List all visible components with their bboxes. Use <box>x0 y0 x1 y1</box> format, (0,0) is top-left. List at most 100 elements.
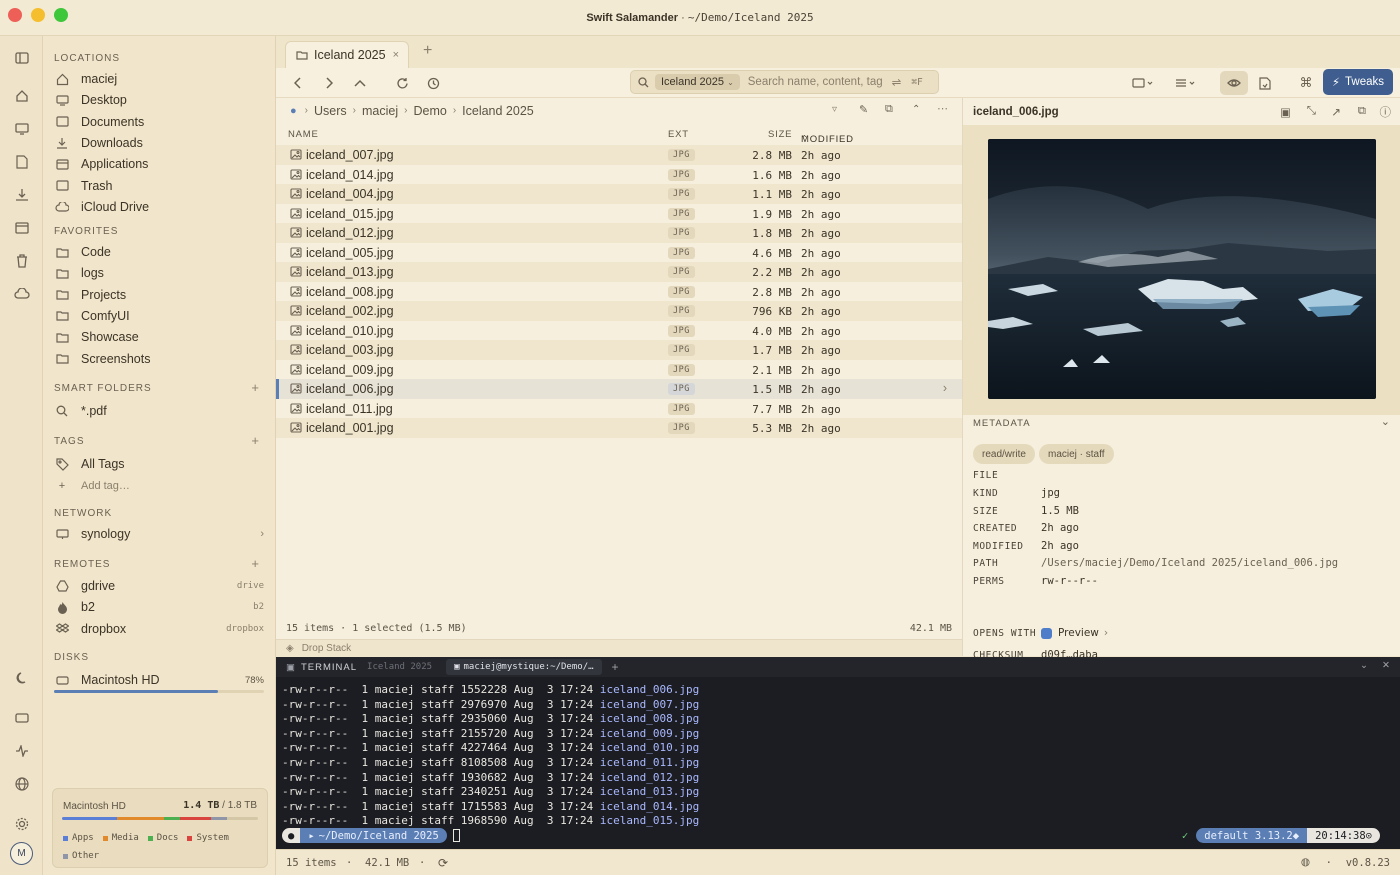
globe-icon[interactable] <box>12 774 32 794</box>
new-terminal-icon[interactable]: + <box>612 660 619 674</box>
more-icon[interactable]: ⋯ <box>937 102 948 115</box>
location-desktop[interactable]: Desktop <box>54 90 264 110</box>
remote-gdrive[interactable]: gdrive drive <box>54 576 264 596</box>
up-icon[interactable] <box>351 74 369 92</box>
location-applications[interactable]: Applications <box>54 154 264 174</box>
file-row[interactable]: iceland_005.jpg JPG 4.6 MB 2h ago <box>276 243 962 263</box>
add-remote-icon[interactable]: + <box>251 556 259 571</box>
add-tag-button[interactable]: + Add tag… <box>54 476 264 496</box>
applications-icon[interactable] <box>12 218 32 238</box>
breadcrumb-demo[interactable]: Demo <box>413 104 446 118</box>
file-row[interactable]: iceland_013.jpg JPG 2.2 MB 2h ago <box>276 262 962 282</box>
search-scope-chip[interactable]: Iceland 2025 ⌄ <box>655 74 740 90</box>
image-icon[interactable]: ▣ <box>1280 105 1291 119</box>
smart-folder-pdf[interactable]: *.pdf <box>54 401 264 421</box>
network-status-icon[interactable]: ◍ <box>1301 856 1310 868</box>
cloud-icon[interactable] <box>12 284 32 304</box>
settings-gear-icon[interactable] <box>12 814 32 834</box>
location-downloads[interactable]: Downloads <box>54 133 264 153</box>
location-maciej[interactable]: maciej <box>54 69 264 89</box>
downloads-icon[interactable] <box>12 185 32 205</box>
location-trash[interactable]: Trash <box>54 176 264 196</box>
disk-macintosh-hd[interactable]: Macintosh HD 78% <box>54 670 264 690</box>
add-tag-plus-icon[interactable]: + <box>251 433 259 448</box>
favorite-code[interactable]: Code <box>54 242 264 262</box>
filter-funnel-icon[interactable]: ▿ <box>832 104 837 115</box>
file-row[interactable]: iceland_014.jpg JPG 1.6 MB 2h ago <box>276 165 962 185</box>
back-icon[interactable] <box>289 74 307 92</box>
file-row[interactable]: iceland_007.jpg JPG 2.8 MB 2h ago <box>276 145 962 165</box>
favorite-showcase[interactable]: Showcase <box>54 327 264 347</box>
favorite-comfyui[interactable]: ComfyUI <box>54 306 264 326</box>
command-icon[interactable]: ⌘ <box>1297 74 1315 92</box>
desktop-icon[interactable] <box>12 119 32 139</box>
view-mode-icon[interactable] <box>1129 74 1157 92</box>
apple-root-icon[interactable]: ● <box>290 105 297 117</box>
home-icon[interactable] <box>12 86 32 106</box>
shrink-icon[interactable]: ⤡ <box>1307 105 1316 118</box>
metadata-collapse-icon[interactable]: ⌄ <box>1381 415 1390 428</box>
inspector-icon[interactable] <box>1256 74 1274 92</box>
file-row[interactable]: iceland_003.jpg JPG 1.7 MB 2h ago <box>276 340 962 360</box>
list-options-icon[interactable] <box>1172 74 1200 92</box>
tag-all-tags[interactable]: All Tags <box>54 454 264 474</box>
user-avatar[interactable]: M <box>10 842 33 865</box>
opens-with-app[interactable]: Preview › <box>1041 627 1108 639</box>
filter-icon[interactable]: ⇌ <box>892 75 902 89</box>
new-tab-icon[interactable]: + <box>423 42 432 60</box>
favorite-screenshots[interactable]: Screenshots <box>54 349 264 369</box>
col-ext[interactable]: EXT <box>668 129 689 140</box>
activity-icon[interactable] <box>12 741 32 761</box>
network-synology[interactable]: synology › <box>54 524 264 544</box>
drop-stack[interactable]: ◈ Drop Stack <box>276 639 962 656</box>
file-row[interactable]: iceland_011.jpg JPG 7.7 MB 2h ago <box>276 399 962 419</box>
file-row[interactable]: iceland_008.jpg JPG 2.8 MB 2h ago <box>276 282 962 302</box>
search-bar[interactable]: Iceland 2025 ⌄ Search name, content, tag… <box>630 70 939 94</box>
add-smart-folder-icon[interactable]: + <box>251 380 259 395</box>
refresh-icon[interactable] <box>393 74 411 92</box>
sync-icon[interactable]: ⟳ <box>438 856 448 870</box>
drive-icon[interactable] <box>12 708 32 728</box>
breadcrumb-maciej[interactable]: maciej <box>362 104 398 118</box>
remote-b2[interactable]: b2 b2 <box>54 597 264 617</box>
open-external-icon[interactable]: ↗ <box>1331 105 1341 119</box>
trash-icon[interactable] <box>12 251 32 271</box>
duplicate-icon[interactable]: ⧉ <box>1358 105 1366 118</box>
terminal-collapse-icon[interactable]: ⌄ <box>1360 660 1368 671</box>
file-row[interactable]: iceland_001.jpg JPG 5.3 MB 2h ago <box>276 418 962 438</box>
terminal-session-tab[interactable]: ▣ maciej@mystique:~/Demo/… <box>446 659 602 675</box>
favorite-projects[interactable]: Projects <box>54 285 264 305</box>
dark-mode-icon[interactable] <box>12 668 32 688</box>
forward-icon[interactable] <box>320 74 338 92</box>
documents-icon[interactable] <box>12 152 32 172</box>
copy-icon[interactable]: ⧉ <box>885 103 893 116</box>
tab-iceland-2025[interactable]: Iceland 2025 × <box>285 41 409 68</box>
sidebar-toggle-icon[interactable] <box>12 48 32 68</box>
file-row[interactable]: iceland_002.jpg JPG 796 KB 2h ago <box>276 301 962 321</box>
col-name[interactable]: NAME <box>288 129 319 140</box>
close-tab-icon[interactable]: × <box>393 49 399 61</box>
tweaks-button[interactable]: ⚡ Tweaks <box>1323 69 1393 95</box>
file-row[interactable]: iceland_006.jpg JPG 1.5 MB 2h ago › <box>276 379 962 399</box>
favorite-logs[interactable]: logs <box>54 263 264 283</box>
col-size[interactable]: SIZE <box>768 129 792 140</box>
location-icloud-drive[interactable]: iCloud Drive <box>54 197 264 217</box>
preview-toggle-eye-icon[interactable] <box>1220 71 1248 95</box>
breadcrumb-iceland-2025[interactable]: Iceland 2025 <box>462 104 534 118</box>
remote-dropbox[interactable]: dropbox dropbox <box>54 619 264 639</box>
chevron-right-icon[interactable]: › <box>943 381 947 395</box>
shell-prompt[interactable]: ● ▸ ~/Demo/Iceland 2025 <box>282 828 460 843</box>
edit-pencil-icon[interactable]: ✎ <box>859 103 868 116</box>
file-row[interactable]: iceland_015.jpg JPG 1.9 MB 2h ago <box>276 204 962 224</box>
file-row[interactable]: iceland_009.jpg JPG 2.1 MB 2h ago <box>276 360 962 380</box>
info-icon[interactable]: ⓘ <box>1380 104 1392 120</box>
collapse-up-icon[interactable]: ⌃ <box>912 104 920 115</box>
terminal-close-icon[interactable]: ✕ <box>1382 660 1390 671</box>
file-row[interactable]: iceland_004.jpg JPG 1.1 MB 2h ago <box>276 184 962 204</box>
iceland-lagoon-photo[interactable] <box>988 139 1376 399</box>
file-row[interactable]: iceland_012.jpg JPG 1.8 MB 2h ago <box>276 223 962 243</box>
history-icon[interactable] <box>424 74 442 92</box>
search-input[interactable]: Search name, content, tag <box>748 76 883 88</box>
breadcrumb-users[interactable]: Users <box>314 104 347 118</box>
location-documents[interactable]: Documents <box>54 112 264 132</box>
